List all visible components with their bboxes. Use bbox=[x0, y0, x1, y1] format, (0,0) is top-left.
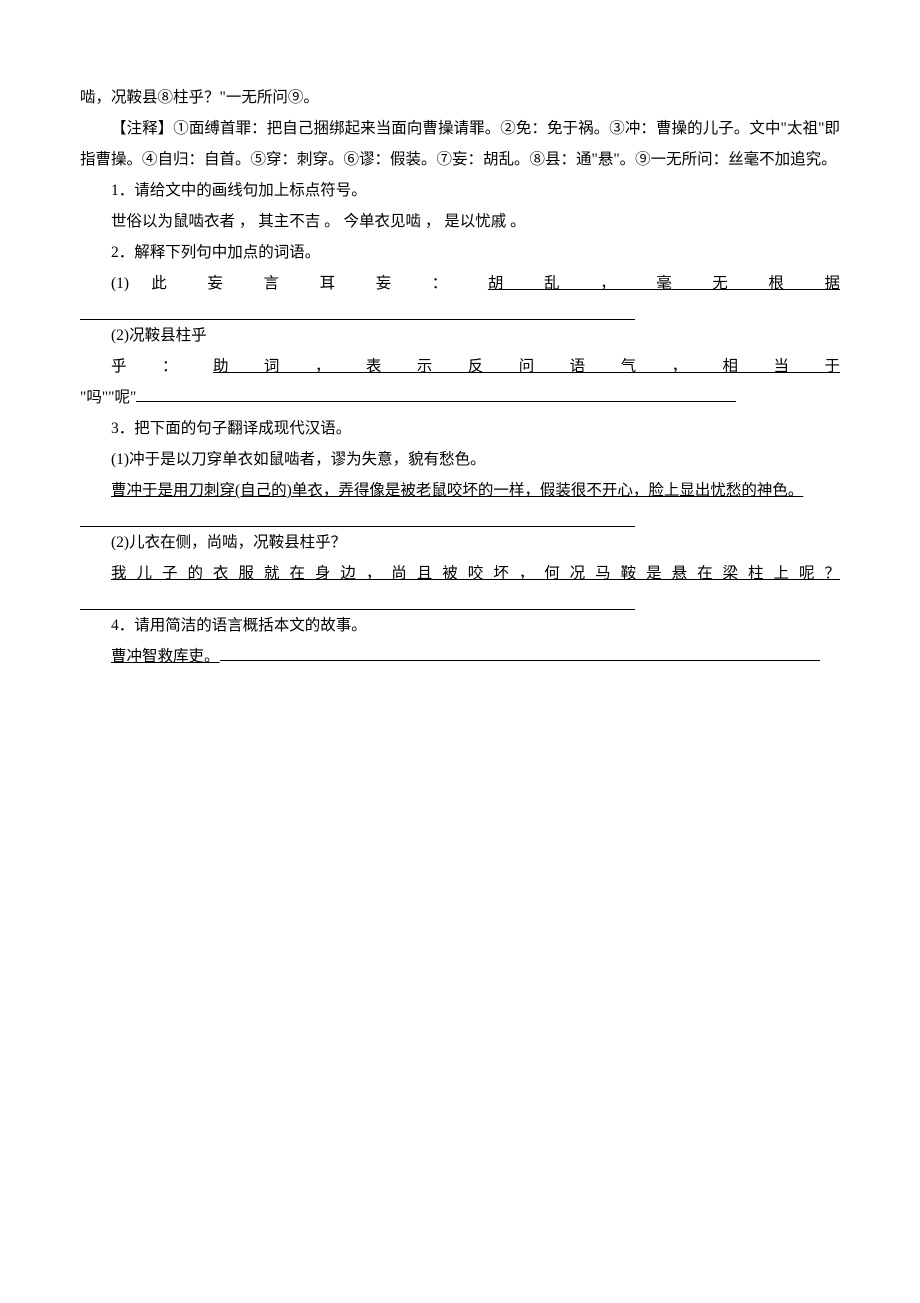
annotations: 【注释】①面缚首罪：把自己捆绑起来当面向曹操请罪。②免：免于祸。③冲：曹操的儿子… bbox=[80, 113, 840, 175]
question-2-item-1-answer: 胡 乱 ， 毫 无 根 据 bbox=[488, 275, 840, 292]
question-2-item-1-prefix: (1) 此 妄 言 耳 妄 ： bbox=[111, 275, 488, 292]
question-2-item-2-blank-line bbox=[136, 401, 736, 402]
passage-continuation: 啮，况鞍县⑧柱乎？"一无所问⑨。 bbox=[80, 82, 840, 113]
question-4-blank-line bbox=[220, 660, 820, 661]
question-3-prompt: 3．把下面的句子翻译成现代汉语。 bbox=[80, 413, 840, 444]
question-2-item-1-blank-line bbox=[80, 299, 635, 320]
question-2-item-2-tail: "吗""呢" bbox=[80, 389, 136, 406]
question-3-item-2-blank-line bbox=[80, 589, 635, 610]
question-2-item-2-label: 乎 ： bbox=[111, 358, 213, 375]
question-3-item-1-answer: 曹冲于是用刀刺穿(自己的)单衣，弄得像是被老鼠咬坏的一样，假装很不开心，脸上显出… bbox=[111, 482, 803, 499]
question-2-item-2-tail-row: "吗""呢" bbox=[80, 382, 840, 413]
question-4-prompt: 4．请用简洁的语言概括本文的故事。 bbox=[80, 610, 840, 641]
question-3-item-2-answer-line: 我 儿 子 的 衣 服 就 在 身 边 ， 尚 且 被 咬 坏 ， 何 况 马 … bbox=[80, 558, 840, 589]
question-3-item-2-answer: 我 儿 子 的 衣 服 就 在 身 边 ， 尚 且 被 咬 坏 ， 何 况 马 … bbox=[111, 565, 840, 582]
question-4-answer: 曹冲智救库吏。 bbox=[111, 648, 220, 665]
question-2-item-1: (1) 此 妄 言 耳 妄 ： 胡 乱 ， 毫 无 根 据 bbox=[80, 268, 840, 299]
question-3-item-1-answer-line: 曹冲于是用刀刺穿(自己的)单衣，弄得像是被老鼠咬坏的一样，假装很不开心，脸上显出… bbox=[80, 475, 840, 506]
question-3-item-1-blank-line bbox=[80, 506, 635, 527]
question-3-item-2-question: (2)儿衣在侧，尚啮，况鞍县柱乎？ bbox=[80, 527, 840, 558]
question-1-prompt: 1．请给文中的画线句加上标点符号。 bbox=[80, 175, 840, 206]
question-4-answer-line: 曹冲智救库吏。 bbox=[80, 641, 840, 672]
question-3-item-1-question: (1)冲于是以刀穿单衣如鼠啮者，谬为失意，貌有愁色。 bbox=[80, 444, 840, 475]
question-2-item-2-line: 乎 ： 助 词 ， 表 示 反 问 语 气 ， 相 当 于 bbox=[80, 351, 840, 382]
question-1-answer: 世俗以为鼠啮衣者 ， 其主不吉 。 今单衣见啮 ， 是以忧戚 。 bbox=[80, 206, 840, 237]
question-2-item-2-prefix: (2)况鞍县柱乎 bbox=[80, 320, 840, 351]
question-2-prompt: 2．解释下列句中加点的词语。 bbox=[80, 237, 840, 268]
question-2-item-2-answer: 助 词 ， 表 示 反 问 语 气 ， 相 当 于 bbox=[213, 358, 840, 375]
